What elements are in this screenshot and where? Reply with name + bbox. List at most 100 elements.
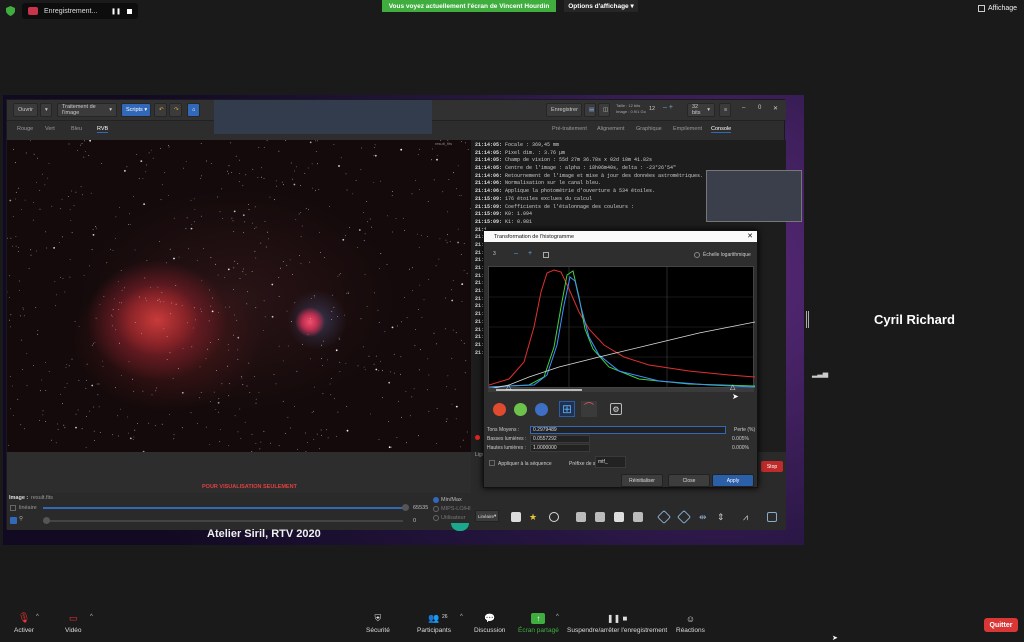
histogram-plot[interactable] [488, 266, 756, 390]
tab-stacking[interactable]: Empilement [673, 126, 702, 132]
save-button[interactable]: Enregistrer [546, 103, 582, 117]
image-processing-menu[interactable]: Traitement de l'image ▾ [57, 103, 117, 117]
mips-radio[interactable] [433, 506, 439, 512]
participant-video-thumbnail[interactable] [706, 170, 802, 222]
tab-registration[interactable]: Alignement [597, 126, 625, 132]
console-text: Focale : 369,45 mm [505, 142, 560, 148]
link-icon[interactable]: ⚲ [19, 516, 23, 522]
chat-button[interactable]: 💬 Discussion [474, 613, 505, 634]
tab-blue[interactable]: Bleu [71, 126, 82, 132]
tab-rgb[interactable]: RVB [97, 126, 109, 133]
view-mode-button[interactable]: Affichage [978, 5, 1017, 12]
home-icon[interactable]: ⌂ [187, 103, 200, 117]
smiley-plus-icon: ☺ [685, 613, 696, 624]
star [119, 342, 120, 344]
zoom-plus-button[interactable]: + [528, 250, 532, 257]
stretch-select[interactable]: Linéaire ▾ [475, 510, 499, 522]
histogram-icon[interactable]: ⩘ [743, 512, 753, 522]
high-slider-thumb[interactable] [402, 504, 409, 511]
close-window-button[interactable]: ✕ [773, 105, 778, 112]
zoom-checkbox[interactable] [543, 252, 549, 258]
highlights-input[interactable]: 1.0000000 [530, 444, 590, 452]
zoom-in-icon[interactable] [595, 512, 605, 522]
shield-icon[interactable] [6, 6, 15, 16]
zoom-out-icon[interactable] [576, 512, 586, 522]
low-slider-thumb[interactable] [43, 517, 50, 524]
splitter-handle[interactable] [806, 311, 809, 328]
open-button[interactable]: Ouvrir [13, 103, 38, 117]
bit-depth-select[interactable]: 32 bits ▾ [687, 103, 715, 117]
share-chevron-icon[interactable]: ^ [556, 614, 559, 620]
grid-icon[interactable] [767, 512, 777, 522]
curve-toggle-icon[interactable]: ⌒ [581, 401, 597, 417]
low-slider[interactable] [43, 520, 403, 522]
star [357, 365, 359, 367]
undo-icon[interactable]: ↶ [154, 103, 167, 117]
reactions-button[interactable]: ☺ Réactions [676, 613, 705, 635]
apply-sequence-checkbox[interactable] [489, 460, 495, 466]
zoom-minus-button[interactable]: – [514, 250, 518, 257]
unmute-button[interactable]: 🎙 Activer [14, 613, 34, 634]
minmax-radio[interactable] [433, 497, 439, 503]
scripts-menu[interactable]: Scripts ▾ [121, 103, 151, 117]
linear-checkbox[interactable] [10, 505, 16, 511]
shadows-handle-icon[interactable]: △ [506, 383, 511, 391]
auto-stretch-icon[interactable]: ⚙ [610, 403, 622, 415]
midtones-input[interactable]: 0.2979489 [530, 426, 726, 434]
red-channel-toggle[interactable] [493, 403, 506, 416]
apply-button[interactable]: Apply [712, 474, 754, 487]
close-icon[interactable]: ✕ [747, 232, 753, 240]
highlights-handle-icon[interactable]: △ [730, 383, 735, 391]
quit-button[interactable]: Quitter [984, 618, 1018, 632]
rotate-left-icon[interactable] [656, 509, 672, 525]
audio-options-chevron-icon[interactable]: ^ [36, 614, 39, 620]
auto-checkbox[interactable] [10, 517, 17, 524]
snapshot-icon[interactable]: ◫ [598, 103, 610, 117]
star [18, 280, 20, 282]
video-options-chevron-icon[interactable]: ^ [90, 614, 93, 620]
minimize-button[interactable]: – [742, 105, 745, 111]
share-screen-button[interactable]: ↑ Écran partagé [518, 613, 559, 634]
high-slider[interactable] [43, 507, 403, 509]
recent-dropdown[interactable]: ▾ [40, 103, 52, 117]
tab-red[interactable]: Rouge [17, 126, 33, 132]
participants-chevron-icon[interactable]: ^ [460, 614, 463, 620]
image-viewer[interactable]: result_fits [7, 140, 471, 452]
tab-preprocessing[interactable]: Pré-traitement [552, 126, 587, 132]
threads-stepper[interactable]: – + [663, 104, 673, 111]
stop-icon[interactable] [127, 8, 132, 14]
target-icon[interactable] [549, 512, 559, 522]
zoom-fit-icon[interactable] [614, 512, 624, 522]
tab-console[interactable]: Console [711, 126, 732, 133]
stop-button[interactable]: Stop [761, 461, 783, 472]
grid-toggle-icon[interactable]: ⊞ [559, 401, 575, 417]
tab-plot[interactable]: Graphique [636, 126, 662, 132]
star [237, 358, 239, 360]
security-button[interactable]: ⛨ Sécurité [366, 613, 390, 634]
star [58, 242, 60, 243]
star [289, 259, 291, 261]
prefix-input[interactable]: mtf_ [595, 456, 626, 468]
pause-record-button[interactable]: ❚❚ ■ Suspendre/arrêter l'enregistrement [567, 613, 667, 634]
tab-green[interactable]: Vert [45, 126, 55, 132]
blue-channel-toggle[interactable] [535, 403, 548, 416]
view-options-button[interactable]: Options d'affichage ▾ [564, 0, 638, 12]
redo-icon[interactable]: ↷ [169, 103, 182, 117]
rotate-right-icon[interactable] [676, 509, 692, 525]
menu-icon[interactable]: ≡ [719, 103, 731, 117]
mirror-y-icon[interactable]: ⇕ [717, 512, 727, 522]
zoom-100-icon[interactable] [633, 512, 643, 522]
star-icon[interactable]: ★ [529, 512, 539, 522]
pause-icon[interactable]: ❚❚ [111, 8, 121, 15]
video-button[interactable]: ▭ Vidéo [65, 613, 82, 634]
star [145, 171, 147, 173]
close-button[interactable]: Close [668, 474, 710, 487]
shadows-input[interactable]: 0.0557292 [530, 435, 590, 443]
log-scale-checkbox[interactable] [694, 252, 700, 258]
user-radio[interactable] [433, 515, 439, 521]
reset-button[interactable]: Réinitialiser [621, 474, 663, 487]
negative-icon[interactable] [511, 512, 521, 522]
save-as-icon[interactable]: ▤ [584, 103, 596, 117]
green-channel-toggle[interactable] [514, 403, 527, 416]
mirror-x-icon[interactable]: ⇹ [699, 512, 709, 522]
